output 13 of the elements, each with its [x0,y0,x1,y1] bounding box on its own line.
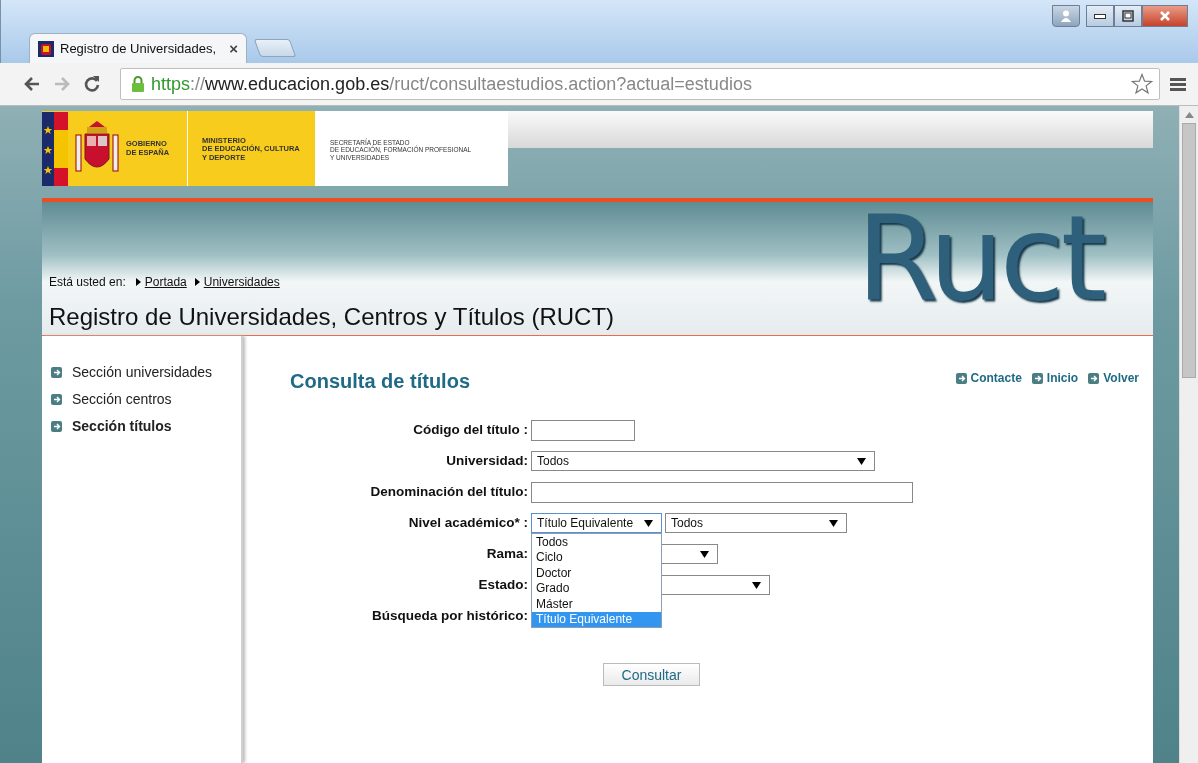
field-label: Universidad: [446,452,528,470]
breadcrumb-label: Está usted en: [49,275,126,289]
field-label: Búsqueda por histórico: [372,607,528,625]
url-text: https://www.educacion.gob.es/ruct/consultaestudios.action?actual=estudios [151,73,752,95]
tab-title: Registro de Universidades, [60,41,218,56]
field-label: Nivel académico* : [408,514,528,532]
page-heading: Consulta de títulos [290,370,470,393]
field-label: Código del título : [413,421,528,439]
field-label: Estado: [478,576,528,594]
field-label: Rama: [486,545,528,563]
site-title: Registro de Universidades, Centros y Títulos (RUCT) [49,303,615,331]
field-label: Denominación del título: [370,483,528,501]
site-logo: Ruct [856,199,1105,329]
